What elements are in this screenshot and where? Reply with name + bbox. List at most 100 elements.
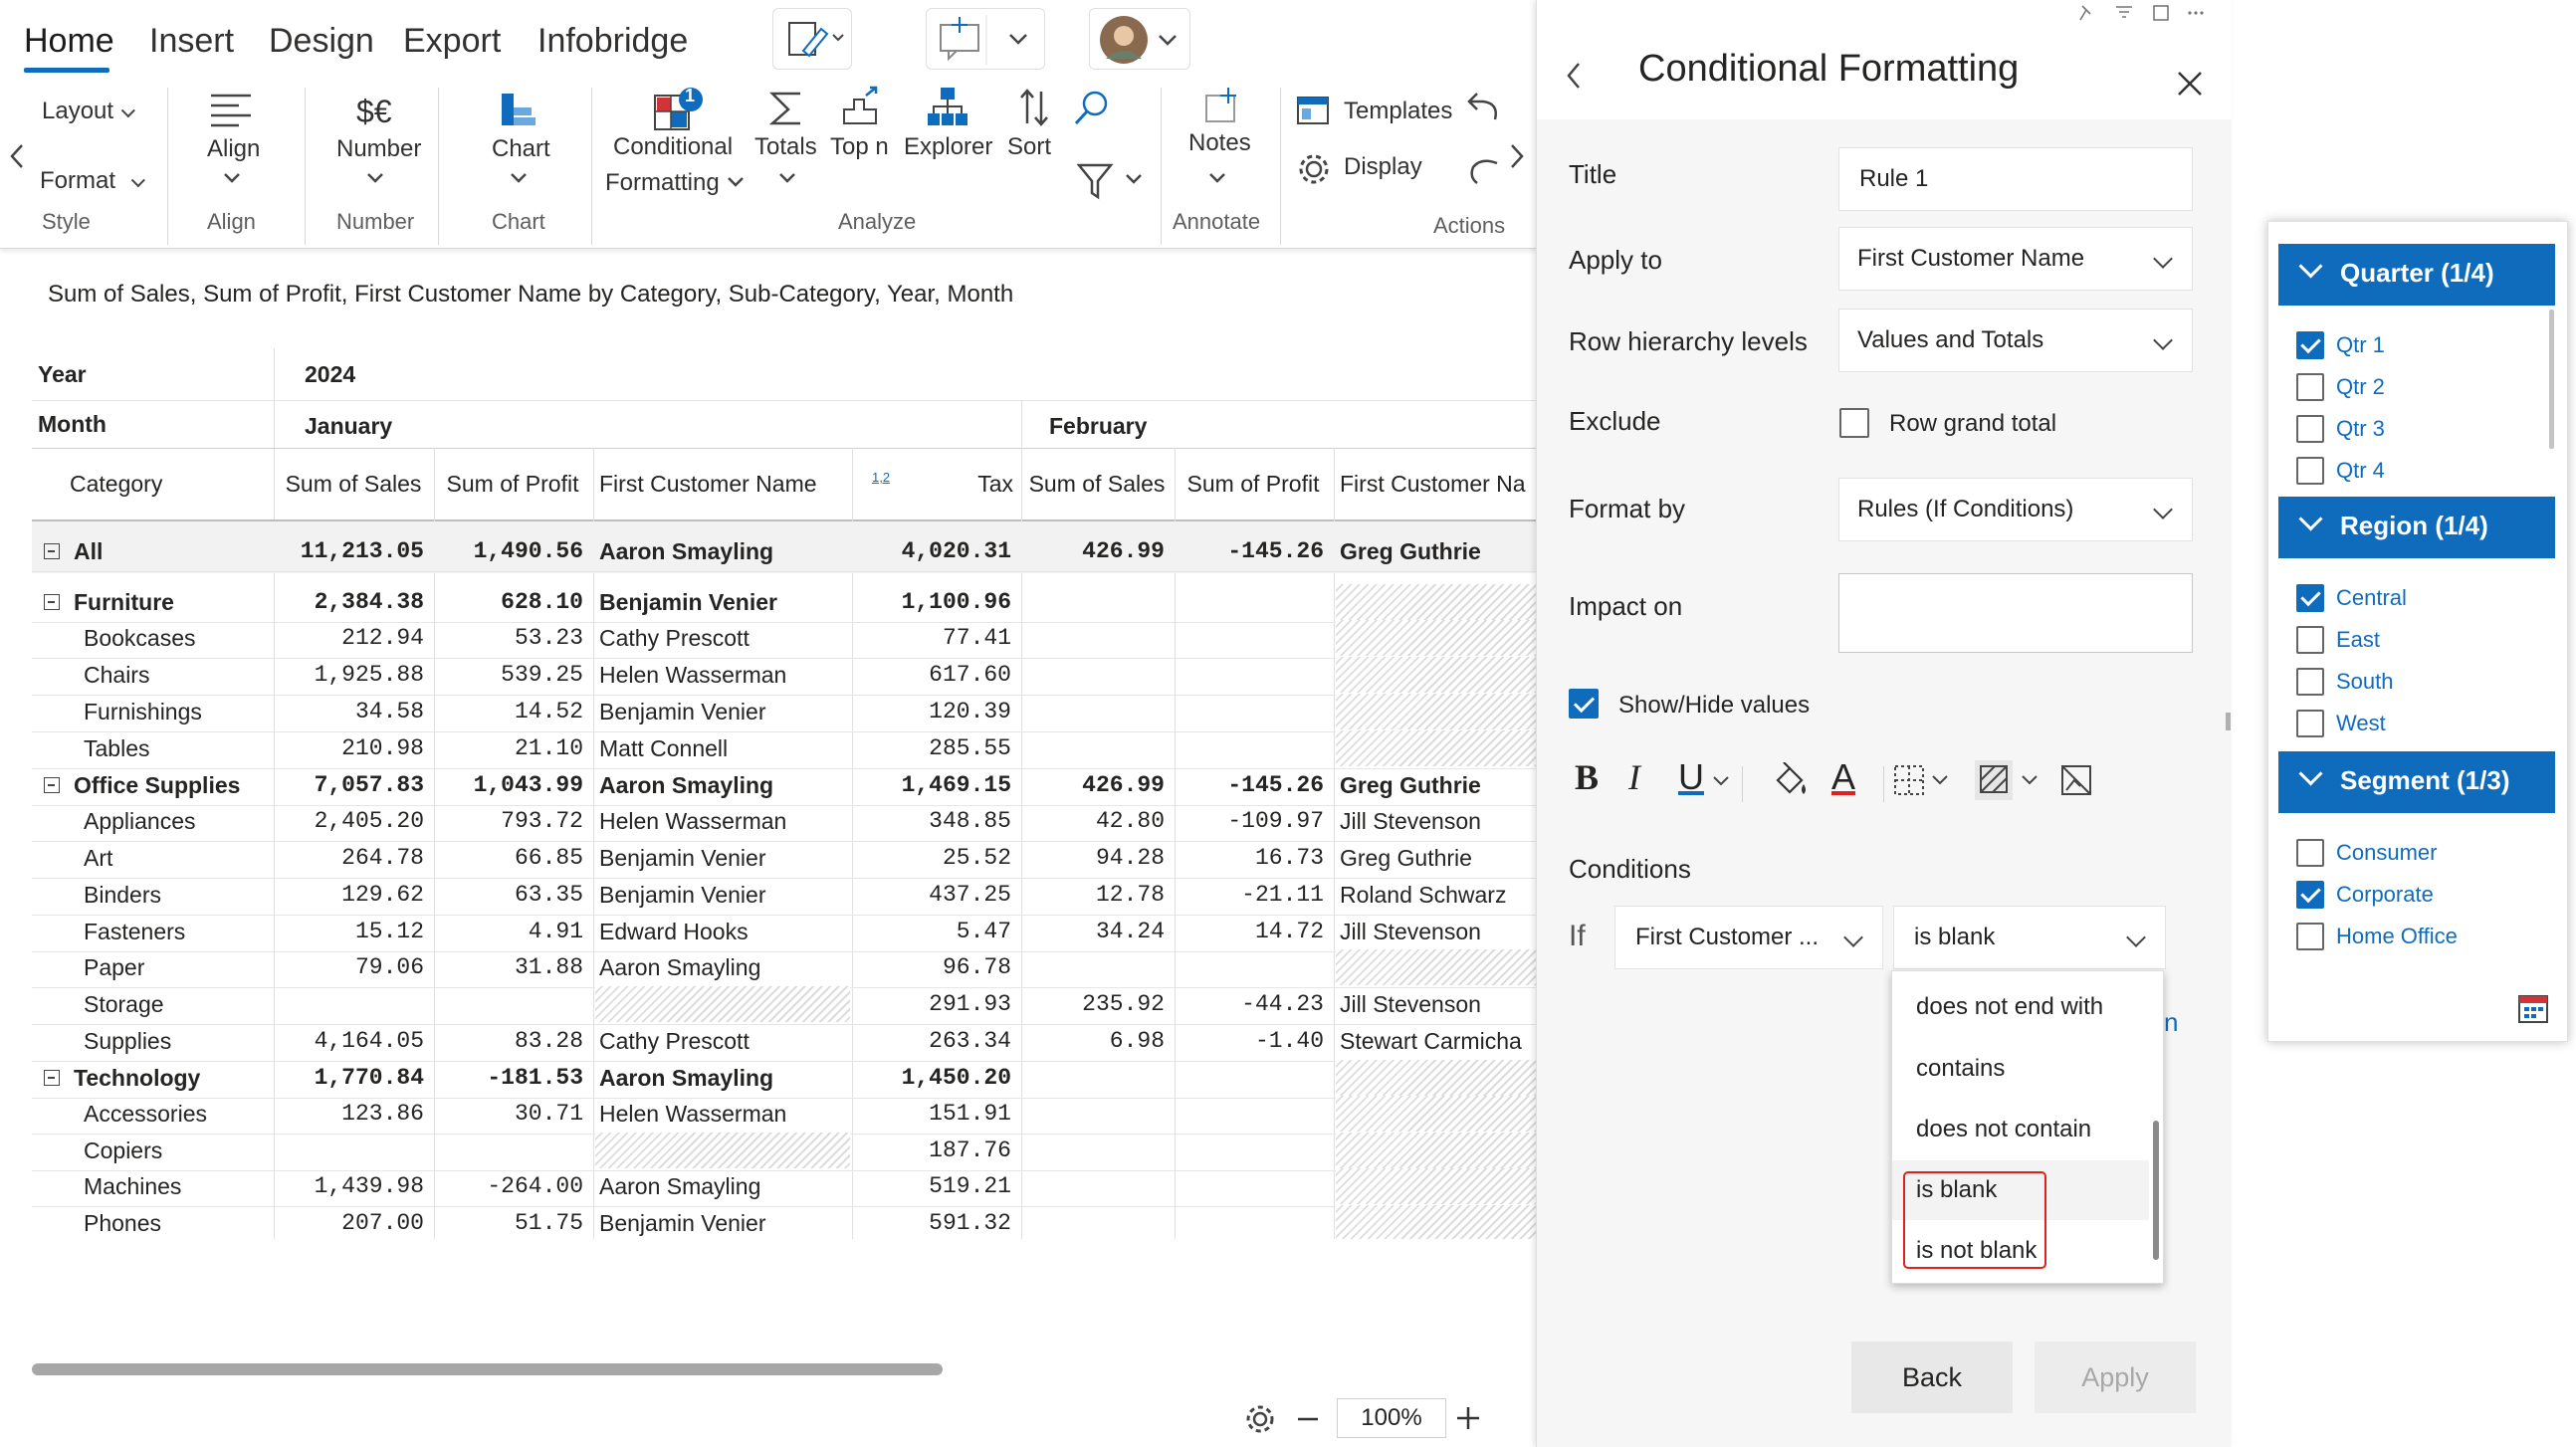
row-label[interactable]: Tables bbox=[84, 730, 149, 766]
customer-cell[interactable]: Jill Stevenson bbox=[1340, 986, 1537, 1022]
column-header[interactable]: First Customer Name bbox=[599, 466, 844, 502]
value-cell[interactable]: 31.88 bbox=[434, 949, 583, 985]
slicer-checkbox[interactable] bbox=[2296, 457, 2324, 485]
row-label[interactable]: Supplies bbox=[84, 1023, 171, 1059]
value-cell[interactable]: 793.72 bbox=[434, 803, 583, 839]
slicer-checkbox[interactable] bbox=[2296, 373, 2324, 401]
value-cell[interactable]: 437.25 bbox=[852, 877, 1011, 913]
customer-cell[interactable]: Aaron Smayling bbox=[599, 1060, 850, 1096]
value-cell[interactable]: 519.21 bbox=[852, 1168, 1011, 1204]
column-header[interactable]: Sum of Profit bbox=[1181, 466, 1326, 502]
value-cell[interactable]: 129.62 bbox=[275, 877, 424, 913]
dropdown-scrollbar[interactable] bbox=[2153, 1121, 2159, 1260]
value-cell[interactable]: 291.93 bbox=[852, 986, 1011, 1022]
undo-icon[interactable] bbox=[1467, 90, 1501, 123]
customer-cell[interactable]: Jill Stevenson bbox=[1340, 914, 1537, 949]
row-label[interactable]: Paper bbox=[84, 949, 144, 985]
value-cell[interactable]: 4,020.31 bbox=[852, 533, 1011, 569]
column-header[interactable]: Sum of Sales bbox=[1027, 466, 1167, 502]
value-cell[interactable]: 426.99 bbox=[1021, 533, 1165, 569]
value-cell[interactable]: 1,925.88 bbox=[275, 657, 424, 693]
value-cell[interactable]: 34.24 bbox=[1021, 914, 1165, 949]
customer-cell[interactable]: Greg Guthrie bbox=[1340, 840, 1537, 876]
bold-button[interactable]: B bbox=[1575, 756, 1599, 798]
value-cell[interactable]: 25.52 bbox=[852, 840, 1011, 876]
value-cell[interactable]: 7,057.83 bbox=[275, 767, 424, 803]
value-cell[interactable]: 539.25 bbox=[434, 657, 583, 693]
filter-icon[interactable] bbox=[1077, 161, 1147, 201]
value-cell[interactable]: 264.78 bbox=[275, 840, 424, 876]
value-cell[interactable]: 2,384.38 bbox=[275, 584, 424, 620]
value-cell[interactable]: 1,450.20 bbox=[852, 1060, 1011, 1096]
customer-cell[interactable]: Roland Schwarz bbox=[1340, 877, 1537, 913]
customer-cell[interactable]: Aaron Smayling bbox=[599, 767, 850, 803]
slicer-item-label[interactable]: Corporate bbox=[2336, 882, 2434, 908]
pattern-fill-icon[interactable] bbox=[1975, 760, 2044, 800]
slicer-scrollbar[interactable] bbox=[2549, 310, 2554, 449]
value-cell[interactable]: 14.52 bbox=[434, 694, 583, 729]
format-by-select[interactable]: Rules (If Conditions) bbox=[1838, 478, 2193, 541]
customer-cell[interactable]: Helen Wasserman bbox=[599, 1096, 850, 1132]
font-color-button[interactable]: A bbox=[1831, 756, 1855, 798]
slicer-item-label[interactable]: Home Office bbox=[2336, 924, 2458, 949]
row-label[interactable]: Binders bbox=[84, 877, 161, 913]
row-label[interactable]: Furniture bbox=[74, 584, 174, 620]
condition-operator-select[interactable]: is blank bbox=[1893, 906, 2166, 969]
row-label[interactable]: Storage bbox=[84, 986, 164, 1022]
search-icon[interactable] bbox=[1073, 90, 1111, 127]
month-february[interactable]: February bbox=[1049, 408, 1147, 444]
value-cell[interactable]: 5.47 bbox=[852, 914, 1011, 949]
user-menu-button[interactable] bbox=[1089, 8, 1190, 70]
value-cell[interactable]: 11,213.05 bbox=[275, 533, 424, 569]
value-cell[interactable]: 348.85 bbox=[852, 803, 1011, 839]
row-label[interactable]: All bbox=[74, 533, 103, 569]
value-cell[interactable]: 14.72 bbox=[1175, 914, 1324, 949]
horizontal-scrollbar[interactable] bbox=[32, 1363, 943, 1375]
slicer-header[interactable]: Quarter (1/4) bbox=[2278, 244, 2555, 302]
collapse-toggle-icon[interactable] bbox=[44, 777, 60, 793]
slicer-item-label[interactable]: Qtr 3 bbox=[2336, 416, 2385, 442]
value-cell[interactable]: 426.99 bbox=[1021, 767, 1165, 803]
slicer-item-label[interactable]: Qtr 4 bbox=[2336, 458, 2385, 484]
customer-cell[interactable]: Benjamin Venier bbox=[599, 877, 850, 913]
customer-cell[interactable]: Benjamin Venier bbox=[599, 584, 850, 620]
value-cell[interactable]: 96.78 bbox=[852, 949, 1011, 985]
customer-cell[interactable]: Helen Wasserman bbox=[599, 803, 850, 839]
row-label[interactable]: Bookcases bbox=[84, 620, 196, 656]
back-arrow-icon[interactable] bbox=[1563, 60, 1587, 92]
customer-cell[interactable]: Greg Guthrie bbox=[1340, 533, 1537, 569]
value-cell[interactable]: 77.41 bbox=[852, 620, 1011, 656]
row-label[interactable]: Copiers bbox=[84, 1133, 162, 1168]
customer-cell[interactable]: Benjamin Venier bbox=[599, 840, 850, 876]
column-header[interactable]: Sum of Sales bbox=[281, 466, 426, 502]
customer-cell[interactable]: Stewart Carmicha bbox=[1340, 1023, 1537, 1059]
calendar-icon[interactable] bbox=[2517, 992, 2551, 1026]
column-header[interactable]: Sum of Profit bbox=[440, 466, 585, 502]
title-input[interactable]: Rule 1 bbox=[1838, 147, 2193, 211]
value-cell[interactable]: 617.60 bbox=[852, 657, 1011, 693]
value-cell[interactable]: -21.11 bbox=[1175, 877, 1324, 913]
comment-button[interactable] bbox=[926, 8, 1045, 70]
value-cell[interactable]: 94.28 bbox=[1021, 840, 1165, 876]
slicer-checkbox[interactable] bbox=[2296, 839, 2324, 867]
value-cell[interactable]: 591.32 bbox=[852, 1205, 1011, 1239]
value-cell[interactable]: 1,439.98 bbox=[275, 1168, 424, 1204]
slicer-item-label[interactable]: Consumer bbox=[2336, 840, 2437, 866]
customer-cell[interactable]: Helen Wasserman bbox=[599, 657, 850, 693]
customer-cell[interactable]: Edward Hooks bbox=[599, 914, 850, 949]
slicer-item-label[interactable]: Qtr 2 bbox=[2336, 374, 2385, 400]
value-cell[interactable]: 12.78 bbox=[1021, 877, 1165, 913]
row-label[interactable]: Phones bbox=[84, 1205, 161, 1239]
value-cell[interactable]: -1.40 bbox=[1175, 1023, 1324, 1059]
value-cell[interactable]: 1,770.84 bbox=[275, 1060, 424, 1096]
value-cell[interactable]: 79.06 bbox=[275, 949, 424, 985]
slicer-item-label[interactable]: Central bbox=[2336, 585, 2407, 611]
value-cell[interactable]: 4.91 bbox=[434, 914, 583, 949]
refresh-icon[interactable] bbox=[1467, 153, 1501, 187]
slicer-item-label[interactable]: East bbox=[2336, 627, 2380, 653]
slicer-checkbox[interactable] bbox=[2296, 881, 2324, 909]
value-cell[interactable]: 263.34 bbox=[852, 1023, 1011, 1059]
collapse-toggle-icon[interactable] bbox=[44, 1070, 60, 1086]
customer-cell[interactable]: Aaron Smayling bbox=[599, 1168, 850, 1204]
slicer-header[interactable]: Region (1/4) bbox=[2278, 497, 2555, 554]
